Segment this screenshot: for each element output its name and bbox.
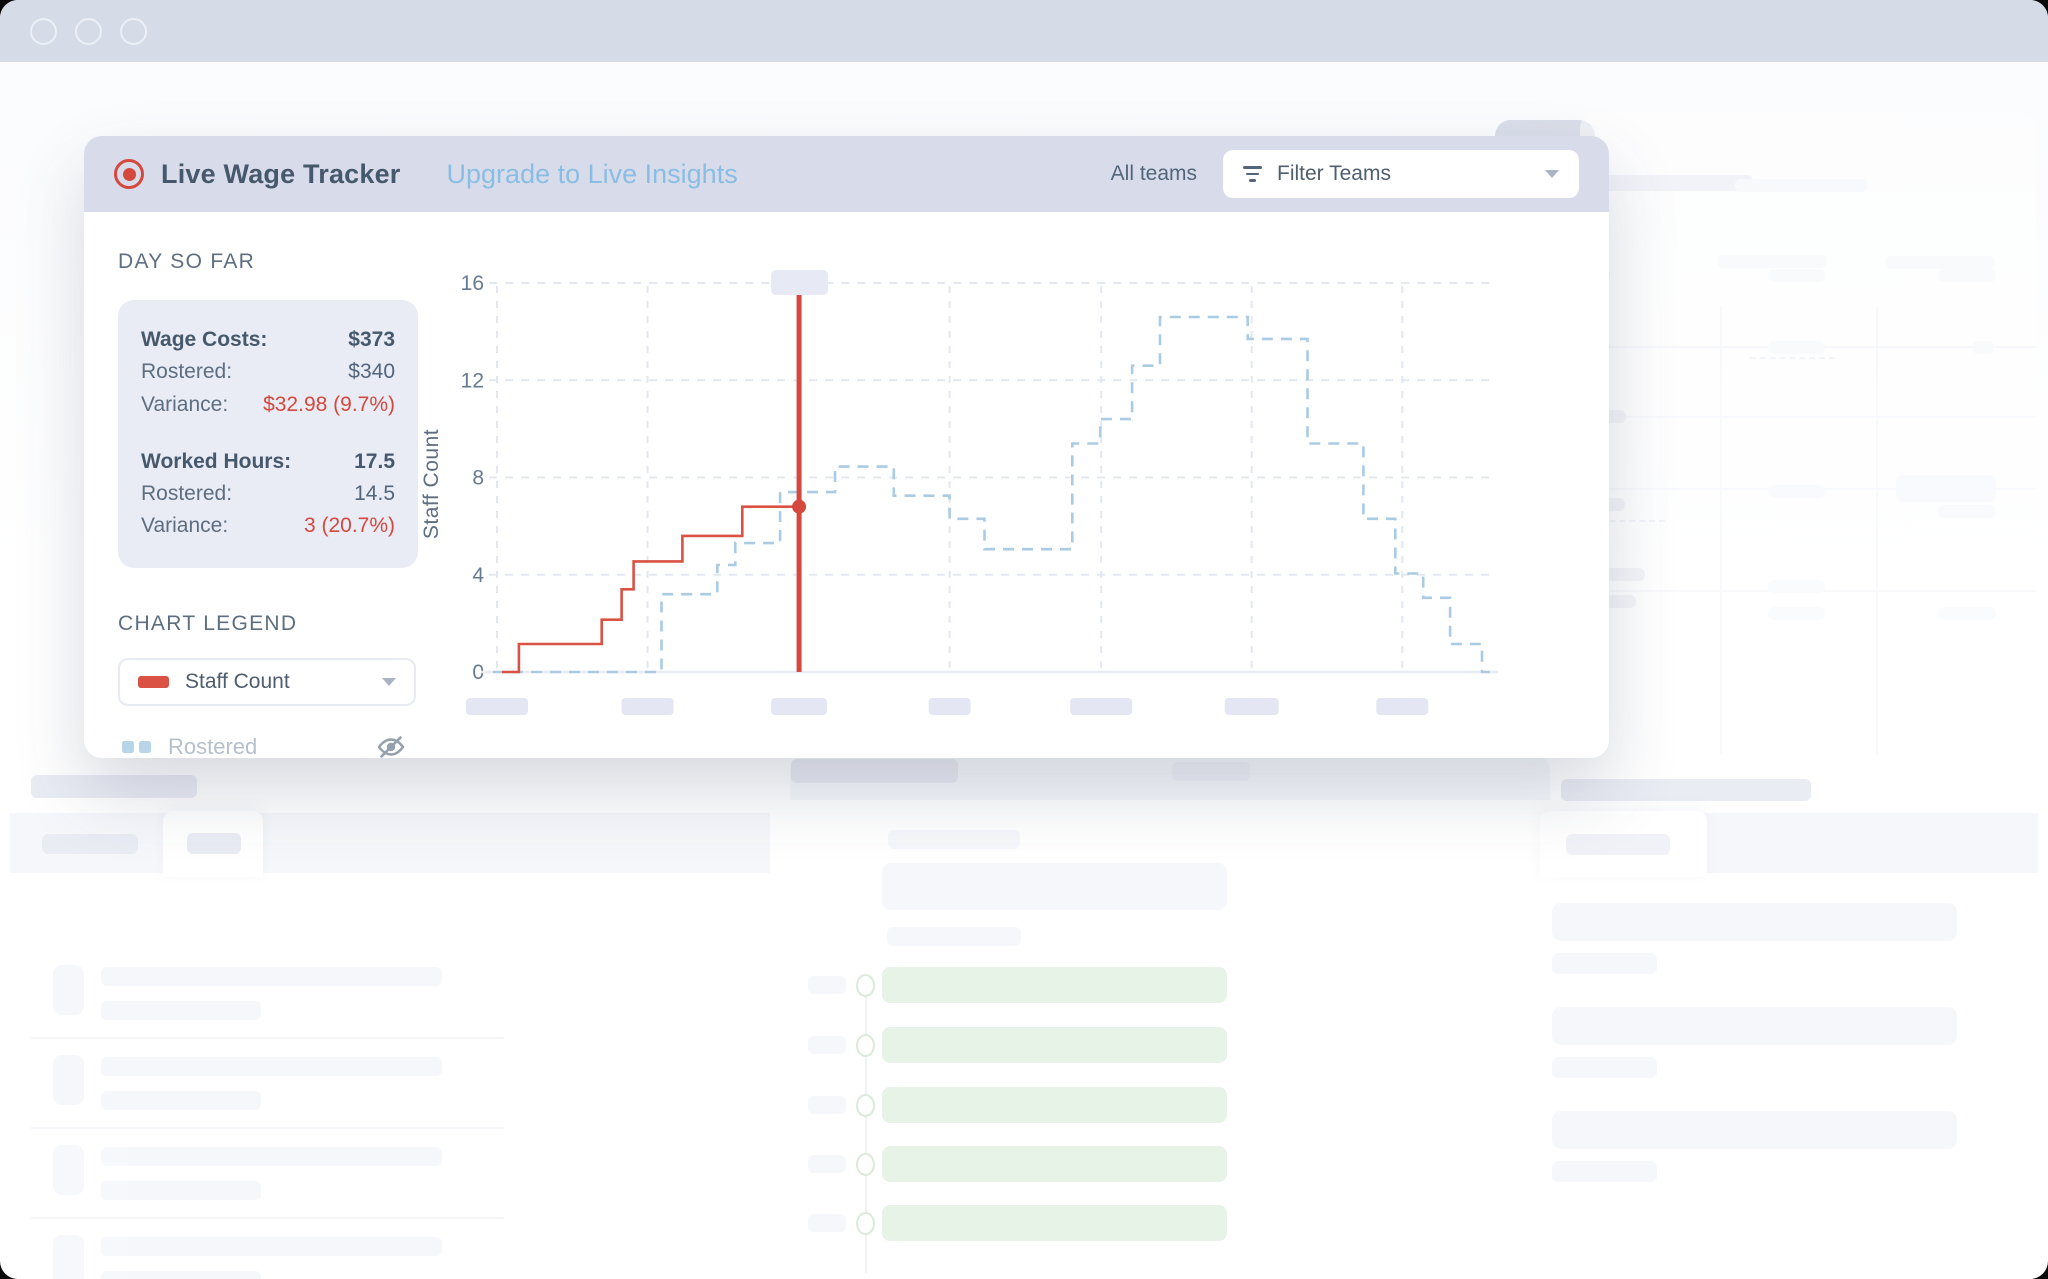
window-titlebar — [0, 0, 2048, 62]
x-tick-placeholder — [929, 698, 971, 715]
upgrade-link[interactable]: Upgrade to Live Insights — [447, 159, 738, 190]
rostered-dash-icon — [139, 741, 151, 753]
wage-variance-value: $32.98 (9.7%) — [263, 391, 395, 418]
y-axis-label: Staff Count — [420, 429, 443, 539]
x-tick-placeholder — [771, 698, 827, 715]
wage-variance-row: Variance: $32.98 (9.7%) — [141, 391, 395, 418]
staff-count-swatch — [138, 676, 169, 688]
hours-rostered-row: Rostered: 14.5 — [141, 480, 395, 507]
live-wage-tracker-panel: Live Wage Tracker Upgrade to Live Insigh… — [84, 136, 1609, 758]
current-value-dot — [792, 500, 806, 514]
eye-off-icon[interactable] — [376, 732, 406, 762]
legend-series-selector[interactable]: Staff Count — [118, 658, 416, 706]
hours-variance-value: 3 (20.7%) — [304, 512, 395, 539]
y-tick-label: 16 — [461, 272, 484, 295]
y-tick-label: 12 — [461, 369, 484, 392]
window-control-icon — [75, 18, 102, 45]
wage-variance-label: Variance: — [141, 391, 228, 418]
legend-series-label: Staff Count — [185, 670, 290, 694]
current-time-placeholder — [771, 270, 828, 295]
rostered-legend-row[interactable]: Rostered — [118, 732, 410, 762]
chevron-down-icon — [382, 678, 396, 686]
rostered-dash-icon — [122, 741, 134, 753]
chart-legend-heading: CHART LEGEND — [118, 612, 418, 636]
staff-count-line — [502, 507, 799, 672]
wage-chart-svg: 0481216Staff Count — [418, 258, 1568, 730]
y-tick-label: 8 — [472, 467, 484, 490]
hours-rostered-value: 14.5 — [354, 480, 395, 507]
x-tick-placeholder — [466, 698, 528, 715]
wage-costs-row: Wage Costs: $373 — [141, 326, 395, 353]
app-window: Live Wage Tracker Upgrade to Live Insigh… — [0, 0, 2048, 1279]
filter-teams-label: Filter Teams — [1277, 162, 1391, 186]
worked-hours-row: Worked Hours: 17.5 — [141, 448, 395, 475]
y-tick-label: 4 — [472, 564, 484, 587]
rostered-legend-label: Rostered — [168, 734, 257, 760]
wage-rostered-row: Rostered: $340 — [141, 358, 395, 385]
day-stats-card: Wage Costs: $373 Rostered: $340 Variance… — [118, 300, 418, 568]
chevron-down-icon — [1545, 170, 1559, 178]
rostered-line — [493, 317, 1490, 672]
x-tick-placeholder — [1225, 698, 1279, 715]
hours-rostered-label: Rostered: — [141, 480, 232, 507]
x-tick-placeholder — [1070, 698, 1132, 715]
staff-count-chart: 0481216Staff Count — [418, 212, 1609, 762]
background-table-card — [1580, 112, 2036, 807]
hours-variance-row: Variance: 3 (20.7%) — [141, 512, 395, 539]
wage-costs-label: Wage Costs: — [141, 326, 267, 353]
worked-hours-label: Worked Hours: — [141, 448, 291, 475]
background-list-card — [10, 755, 770, 1279]
wage-rostered-value: $340 — [348, 358, 395, 385]
hours-variance-label: Variance: — [141, 512, 228, 539]
window-control-icon — [30, 18, 57, 45]
background-timeline-card — [790, 755, 1550, 1279]
day-summary-column: DAY SO FAR Wage Costs: $373 Rostered: $3… — [118, 212, 418, 762]
background-summary-card — [1560, 755, 2038, 1279]
window-control-icon — [120, 18, 147, 45]
teams-scope-label: All teams — [1111, 162, 1197, 186]
record-icon — [114, 159, 144, 189]
x-tick-placeholder — [622, 698, 674, 715]
filter-icon — [1243, 166, 1262, 182]
filter-teams-button[interactable]: Filter Teams — [1223, 150, 1579, 198]
tracker-header: Live Wage Tracker Upgrade to Live Insigh… — [84, 136, 1609, 212]
day-so-far-heading: DAY SO FAR — [118, 250, 418, 274]
wage-costs-value: $373 — [348, 326, 395, 353]
x-tick-placeholder — [1376, 698, 1428, 715]
panel-title: Live Wage Tracker — [161, 159, 401, 190]
worked-hours-value: 17.5 — [354, 448, 395, 475]
wage-rostered-label: Rostered: — [141, 358, 232, 385]
